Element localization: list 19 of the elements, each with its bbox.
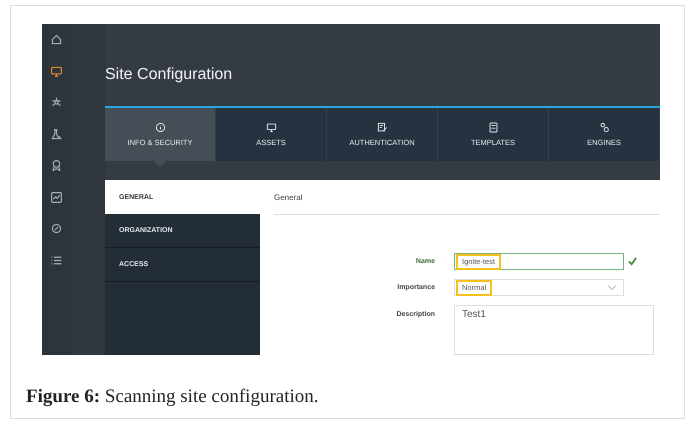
gears-icon bbox=[598, 122, 610, 133]
panel-title: General bbox=[274, 192, 302, 202]
list-icon[interactable] bbox=[50, 254, 64, 266]
document-icon bbox=[488, 122, 498, 133]
field-value: Test1 bbox=[461, 308, 487, 322]
home-icon[interactable] bbox=[50, 33, 64, 46]
flask-icon[interactable] bbox=[50, 128, 64, 140]
edit-icon bbox=[376, 122, 388, 133]
info-icon bbox=[154, 122, 166, 133]
monitor-icon bbox=[266, 122, 276, 133]
checkmark-icon bbox=[628, 257, 637, 266]
chart-icon[interactable] bbox=[50, 190, 64, 204]
figure-caption: Figure 6: Scanning site configuration. bbox=[26, 386, 320, 408]
ribbon-icon[interactable] bbox=[50, 159, 64, 172]
monitor-icon[interactable] bbox=[50, 64, 64, 78]
link-icon[interactable] bbox=[50, 222, 64, 235]
biohazard-icon[interactable] bbox=[50, 96, 64, 109]
description-field[interactable]: Test1 bbox=[454, 305, 654, 355]
page-title: Site Configuration bbox=[105, 66, 232, 84]
